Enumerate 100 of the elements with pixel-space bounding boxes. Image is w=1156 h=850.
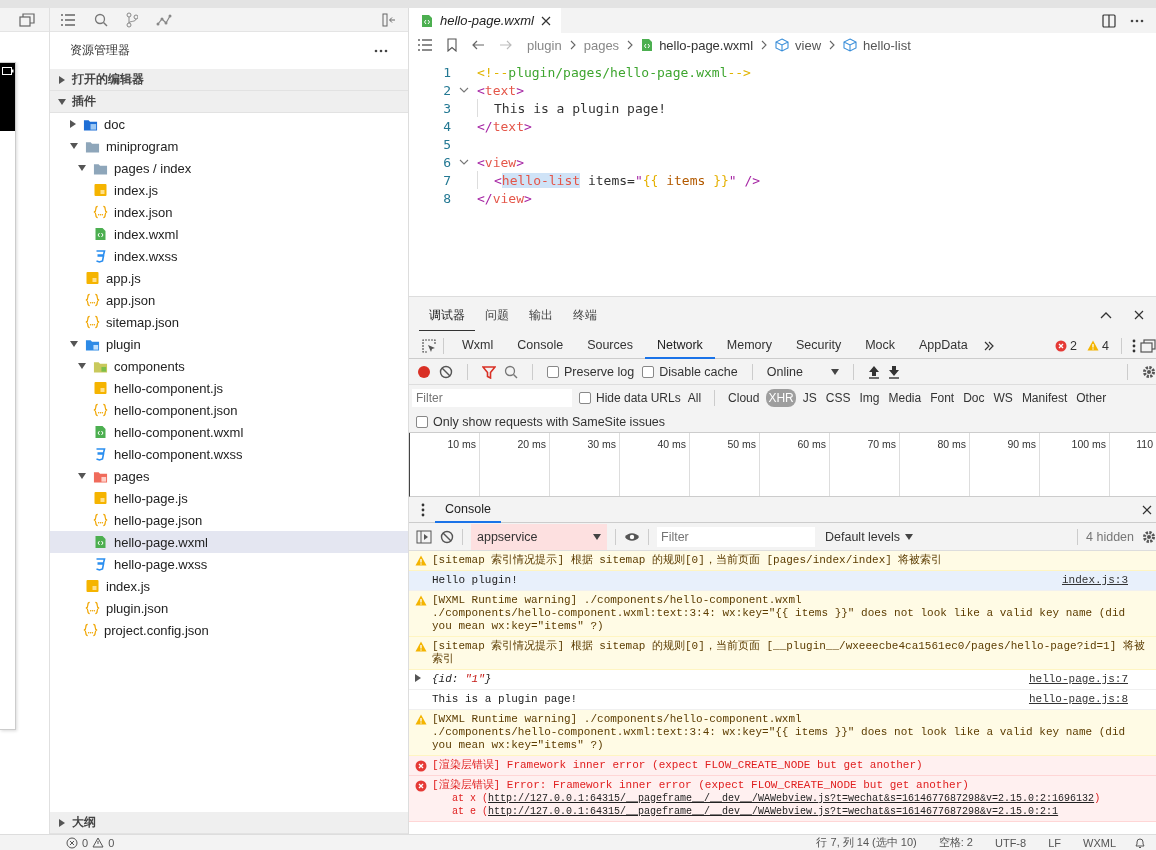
context-select[interactable]: appservice [471, 523, 607, 550]
tree-item[interactable]: index.js [50, 179, 408, 201]
tree-item[interactable]: hello-page.js [50, 487, 408, 509]
tree-item[interactable]: pages [50, 465, 408, 487]
devtools-tab[interactable]: Sources [575, 332, 645, 359]
devtools-tab[interactable]: AppData [907, 332, 980, 359]
tree-item[interactable]: hello-component.js [50, 377, 408, 399]
tree-item[interactable]: index.json [50, 201, 408, 223]
tree-item[interactable]: index.js [50, 575, 408, 597]
panel-tab[interactable]: 输出 [519, 299, 563, 331]
tree-item[interactable]: doc [50, 113, 408, 135]
filter-field[interactable]: Filter [412, 389, 572, 407]
more-tabs-icon[interactable] [983, 340, 994, 351]
devtools-tab[interactable]: Mock [853, 332, 907, 359]
breadcrumb-item[interactable]: hello-page.wxml [641, 37, 754, 53]
tree-item[interactable]: plugin.json [50, 597, 408, 619]
tree-item[interactable]: plugin [50, 333, 408, 355]
tree-item[interactable]: project.config.json [50, 619, 408, 641]
bell-icon[interactable] [1134, 836, 1146, 849]
editor-tab[interactable]: hello-page.wxml [409, 8, 561, 33]
breadcrumb-item[interactable]: view [775, 37, 822, 53]
stack-link[interactable]: http://127.0.0.1:64315/__pageframe__/__dev__/WAWebview.js?t=wechat&s=1614677687298&v=2.15.0:2:1 [488, 806, 1059, 817]
tree-item[interactable]: index.wxml [50, 223, 408, 245]
outline-icon[interactable] [417, 38, 433, 52]
tree-item[interactable]: sitemap.json [50, 311, 408, 333]
status-item[interactable]: 空格: 2 [938, 835, 973, 850]
section-header[interactable]: 大纲 [50, 812, 408, 834]
menu-icon[interactable] [1132, 338, 1136, 353]
type-filter[interactable]: Doc [961, 389, 987, 407]
more-icon[interactable] [374, 48, 388, 53]
tree-item[interactable]: app.json [50, 289, 408, 311]
checkbox[interactable]: Hide data URLs [579, 391, 681, 405]
settings-icon[interactable] [1142, 364, 1156, 379]
tree-item[interactable]: app.js [50, 267, 408, 289]
tree-item[interactable]: hello-page.wxss [50, 553, 408, 575]
section-header[interactable]: 打开的编辑器 [50, 69, 408, 91]
devtools-tab[interactable]: Console [505, 332, 576, 359]
type-filter[interactable]: Font [928, 389, 957, 407]
type-filter[interactable]: Manifest [1019, 389, 1070, 407]
tree-item[interactable]: hello-component.json [50, 399, 408, 421]
collapse-panel-icon[interactable] [382, 12, 396, 27]
split-editor-icon[interactable] [1102, 13, 1116, 28]
clear-icon[interactable] [440, 529, 454, 544]
window-icon[interactable] [19, 12, 35, 27]
status-item[interactable]: WXML [1083, 836, 1116, 849]
checkbox[interactable]: Preserve log [547, 364, 635, 379]
type-filter[interactable]: JS [800, 389, 819, 407]
section-header[interactable]: 插件 [50, 91, 408, 113]
filter-field[interactable]: Filter [657, 526, 815, 547]
download-icon[interactable] [887, 364, 900, 379]
stack-link[interactable]: http://127.0.0.1:64315/__pageframe__/__dev__/WAWebview.js?t=wechat&s=1614677687298&v=2.15.0:2:1696132 [488, 793, 1095, 804]
tree-item[interactable]: pages / index [50, 157, 408, 179]
bookmark-icon[interactable] [447, 38, 457, 52]
source-link[interactable]: hello-page.js:8 [1028, 693, 1150, 706]
devtools-tab[interactable]: Wxml [450, 332, 506, 359]
fold-icon[interactable] [459, 87, 469, 93]
record-icon[interactable] [417, 364, 431, 379]
tree-item[interactable]: hello-component.wxss [50, 443, 408, 465]
close-icon[interactable] [540, 15, 551, 26]
more-icon[interactable] [1130, 18, 1144, 23]
tree-item[interactable]: hello-component.wxml [50, 421, 408, 443]
type-filter[interactable]: All [685, 389, 704, 407]
type-filter[interactable]: CSS [823, 389, 853, 407]
throttling-select[interactable]: Online [766, 364, 839, 379]
source-link[interactable]: hello-page.js:7 [1028, 673, 1150, 686]
explorer-icon[interactable] [60, 12, 76, 27]
back-arrow-icon[interactable] [471, 40, 485, 50]
inspect-icon[interactable] [421, 337, 437, 354]
fold-icon[interactable] [459, 159, 469, 165]
type-filter[interactable]: Img [857, 389, 882, 407]
breadcrumb-item[interactable]: plugin [527, 37, 562, 53]
tree-item[interactable]: components [50, 355, 408, 377]
type-filter[interactable]: Cloud [726, 389, 762, 407]
tree-item[interactable]: hello-page.wxml [50, 531, 408, 553]
status-item[interactable]: LF [1048, 836, 1061, 849]
panel-tab[interactable]: 终端 [563, 299, 607, 331]
checkbox[interactable]: Disable cache [642, 364, 738, 379]
close-icon[interactable] [1142, 504, 1152, 515]
type-filter[interactable]: WS [991, 389, 1015, 407]
levels-select[interactable]: Default levels [825, 529, 914, 544]
devtools-tab[interactable]: Memory [714, 332, 784, 359]
panel-tab[interactable]: 问题 [475, 299, 519, 331]
collapse-icon[interactable] [1100, 311, 1112, 319]
devtools-tab[interactable]: Security [784, 332, 854, 359]
expand-icon[interactable] [415, 674, 421, 682]
clear-icon[interactable] [439, 364, 453, 379]
search-icon[interactable] [94, 12, 108, 27]
graph-icon[interactable] [156, 13, 172, 26]
source-link[interactable]: index.js:3 [1062, 574, 1150, 587]
panel-tab[interactable]: 调试器 [419, 299, 475, 331]
filter-icon[interactable] [482, 364, 496, 379]
search-icon[interactable] [504, 364, 518, 379]
settings-icon[interactable] [1142, 529, 1156, 544]
type-filter[interactable]: Other [1074, 389, 1109, 407]
type-filter[interactable]: Media [886, 389, 924, 407]
tree-item[interactable]: hello-page.json [50, 509, 408, 531]
breadcrumb-item[interactable]: hello-list [843, 37, 911, 53]
upload-icon[interactable] [867, 364, 880, 379]
close-icon[interactable] [1134, 310, 1144, 320]
sidebar-toggle-icon[interactable] [416, 529, 432, 544]
